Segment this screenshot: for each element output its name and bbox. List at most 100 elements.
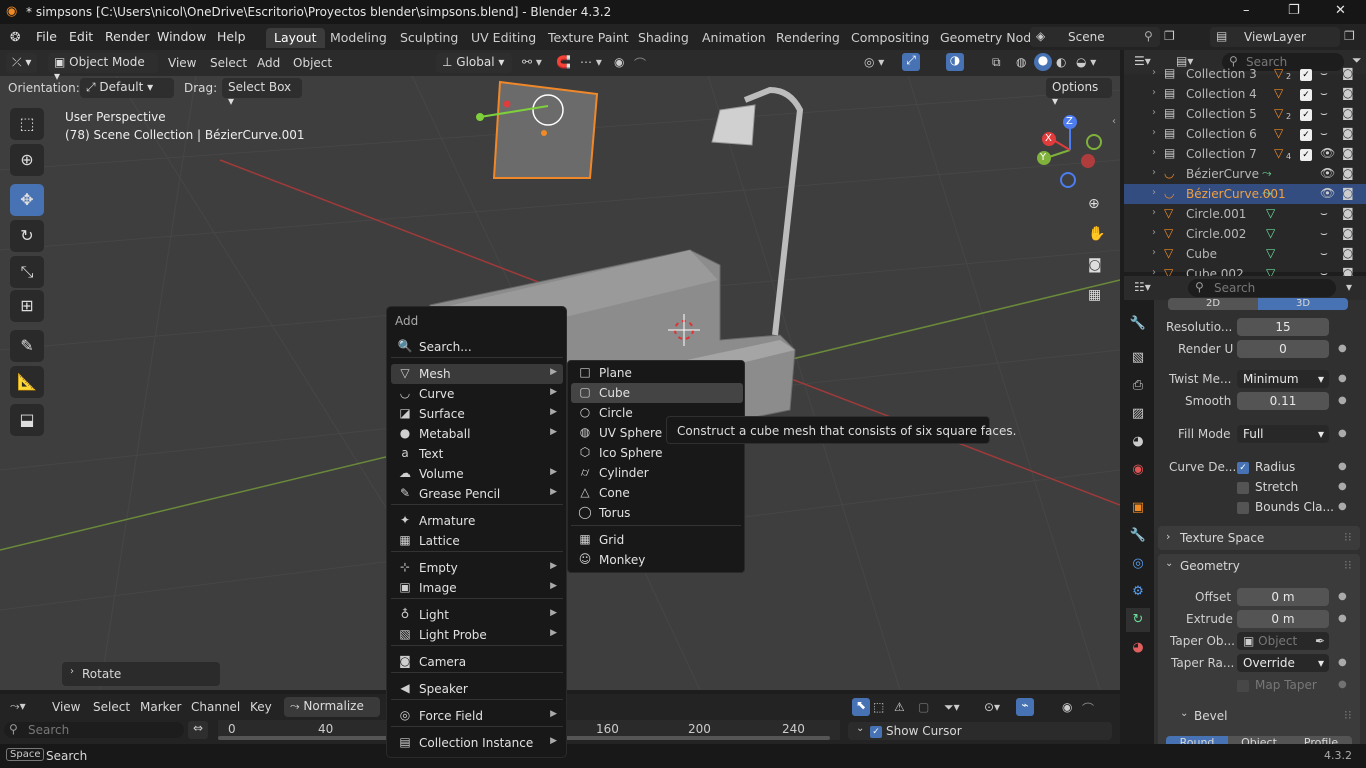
minimize-button[interactable]: – [1243, 3, 1250, 18]
texture-space-panel[interactable]: › Texture Space ⁝⁝ [1158, 526, 1360, 550]
drag-handle-icon[interactable]: ⁝⁝ [1344, 708, 1352, 722]
expand-arrow-icon[interactable]: › [1152, 87, 1156, 98]
properties-search[interactable]: ⚲ Search [1188, 279, 1336, 297]
orientation-dropdown[interactable]: ⤢ Default ▾ [80, 78, 174, 98]
eye-closed-icon[interactable]: ⌣ [1320, 206, 1328, 221]
measure-tool[interactable]: 📐 [10, 366, 44, 398]
bevel-tab-round[interactable]: Round [1166, 736, 1228, 744]
outliner-row[interactable]: › ◡ BézierCurve.001 ⤳ 👁 ◙ [1124, 184, 1366, 204]
output-tab-icon[interactable]: ⎙ [1126, 374, 1150, 398]
add-menu-item-collection-instance[interactable]: ▤ Collection Instance ▶ [391, 733, 563, 753]
falloff-icon[interactable]: ⌒ [634, 55, 646, 72]
tab-2d[interactable]: 2D [1168, 298, 1258, 310]
menu-help[interactable]: Help [217, 29, 246, 44]
mode-dropdown[interactable]: ▣ Object Mode ▾ [48, 53, 158, 83]
warning-icon[interactable]: ⚠ [894, 700, 905, 714]
bevel-title[interactable]: Bevel [1194, 709, 1227, 723]
keyframe-dot-icon[interactable]: ● [1338, 501, 1347, 512]
falloff-icon[interactable]: ⌒ [1082, 700, 1094, 717]
scene-tab-icon[interactable]: ◕ [1126, 430, 1150, 454]
add-menu-item-speaker[interactable]: ◀ Speaker [391, 679, 563, 699]
include-checkbox[interactable]: ✓ [1300, 127, 1312, 141]
map-taper-checkbox[interactable] [1237, 678, 1249, 692]
tab-animation[interactable]: Animation [694, 28, 774, 48]
add-menu-item-curve[interactable]: ◡ Curve ▶ [391, 384, 563, 404]
menu-render[interactable]: Render [105, 29, 150, 44]
xray-icon[interactable]: ⧉ [992, 55, 1001, 70]
overlay-toggle-icon[interactable]: ◑ [946, 53, 964, 71]
add-cube-tool[interactable]: ⬓ [10, 404, 44, 436]
taper-radius-dropdown[interactable]: Override ▾ [1237, 654, 1329, 672]
visibility-icon[interactable]: ◎ ▾ [864, 55, 884, 69]
keyframe-dot-icon[interactable]: ● [1338, 591, 1347, 602]
camera-render-icon[interactable]: ◙ [1342, 86, 1354, 100]
tab-modeling[interactable]: Modeling [322, 28, 395, 48]
timeline-search[interactable]: ⚲ Search [4, 722, 184, 738]
menu-view[interactable]: View [52, 700, 80, 714]
fill-mode-dropdown[interactable]: Full ▾ [1237, 425, 1329, 443]
offset-field[interactable]: 0 m [1237, 588, 1329, 606]
add-menu-item-mesh[interactable]: ▽ Mesh ▶ [391, 364, 563, 384]
ortho-grid-icon[interactable]: ▦ [1088, 287, 1101, 303]
expand-arrow-icon[interactable]: › [1152, 67, 1156, 78]
expand-arrow-icon[interactable]: › [1152, 107, 1156, 118]
mesh-item-grid[interactable]: ▦ Grid [571, 530, 743, 550]
tool-tab-icon[interactable]: 🔧 [1126, 312, 1150, 336]
add-menu-item-metaball[interactable]: ● Metaball ▶ [391, 424, 563, 444]
scene-selector[interactable]: ◈ Scene ⚲ [1030, 27, 1160, 47]
outliner-row[interactable]: › ▤ Collection 7 ▽ ✓ 👁 ◙ [1124, 144, 1366, 164]
expand-arrow-icon[interactable]: › [1152, 147, 1156, 158]
proportional-edit-icon[interactable]: ◉ [614, 55, 624, 69]
gizmo-z-label[interactable]: Z [1066, 116, 1073, 127]
cursor-tool[interactable]: ⊕ [10, 144, 44, 176]
wireframe-shading-icon[interactable]: ◍ [1016, 55, 1026, 69]
view-layer-tab-icon[interactable]: ▨ [1126, 402, 1150, 426]
eye-closed-icon[interactable]: ⌣ [1320, 86, 1328, 101]
add-menu-item-lattice[interactable]: ▦ Lattice [391, 531, 563, 551]
include-checkbox[interactable]: ✓ [1300, 147, 1312, 161]
physics-tab-icon[interactable]: ◎ [1126, 552, 1150, 576]
menu-add[interactable]: Add [257, 56, 280, 70]
camera-render-icon[interactable]: ◙ [1342, 66, 1354, 80]
snap-icon[interactable]: ⌁ [1016, 698, 1034, 716]
close-button[interactable]: ✕ [1335, 3, 1346, 18]
transform-tool[interactable]: ⊞ [10, 290, 44, 322]
add-menu-item-light[interactable]: ♁ Light ▶ [391, 605, 563, 625]
tab-compositing[interactable]: Compositing [843, 28, 937, 48]
include-checkbox[interactable]: ✓ [1300, 87, 1312, 101]
eye-closed-icon[interactable]: ⌣ [1320, 246, 1328, 261]
tab-layout[interactable]: Layout [266, 28, 325, 48]
camera-render-icon[interactable]: ◙ [1342, 166, 1354, 180]
filter-icon[interactable]: ⏷▾ [944, 700, 960, 715]
smooth-field[interactable]: 0.11 [1237, 392, 1329, 410]
outliner-row[interactable]: › ▤ Collection 6 ▽ ✓ ⌣ ◙ [1124, 124, 1366, 144]
twist-method-dropdown[interactable]: Minimum ▾ [1237, 370, 1329, 388]
keyframe-dot-icon[interactable]: ● [1338, 679, 1347, 690]
add-menu-item-volume[interactable]: ☁ Volume ▶ [391, 464, 563, 484]
eye-icon[interactable]: 👁 [1320, 186, 1335, 200]
mesh-item-ico-sphere[interactable]: ⬡ Ico Sphere [571, 443, 743, 463]
proportional-icon[interactable]: ◉ [1062, 700, 1072, 714]
expand-arrow-icon[interactable]: › [1152, 227, 1156, 238]
tab-3d[interactable]: 3D [1258, 298, 1348, 310]
expand-arrow-icon[interactable]: › [1152, 127, 1156, 138]
gizmo-toggle-icon[interactable]: ⤢ [902, 53, 920, 71]
tab-shading[interactable]: Shading [630, 28, 697, 48]
camera-render-icon[interactable]: ◙ [1342, 106, 1354, 120]
menu-window[interactable]: Window [157, 29, 206, 44]
snap-target-icon[interactable]: ⋯ ▾ [580, 55, 602, 69]
bevel-tab-profile[interactable]: Profile [1290, 736, 1352, 744]
mesh-item-monkey[interactable]: ☺ Monkey [571, 550, 743, 570]
bevel-tab-object[interactable]: Object [1228, 736, 1290, 744]
bounds-clamp-checkbox[interactable] [1237, 500, 1249, 514]
add-menu-item-grease-pencil[interactable]: ✎ Grease Pencil ▶ [391, 484, 563, 504]
camera-render-icon[interactable]: ◙ [1342, 246, 1354, 260]
outliner-row[interactable]: › ▤ Collection 4 ▽ ✓ ⌣ ◙ [1124, 84, 1366, 104]
render-u-field[interactable]: 0 [1237, 340, 1329, 358]
rendered-shading-icon[interactable]: ◒ ▾ [1076, 55, 1096, 69]
view-icon[interactable]: ▢ [918, 700, 929, 714]
camera-view-icon[interactable]: ◙ [1088, 257, 1102, 273]
transform-orientation-dropdown[interactable]: ⊥ Global ▾ [436, 53, 512, 73]
new-viewlayer-icon[interactable]: ❐ [1344, 29, 1355, 43]
render-tab-icon[interactable]: ▧ [1126, 346, 1150, 370]
